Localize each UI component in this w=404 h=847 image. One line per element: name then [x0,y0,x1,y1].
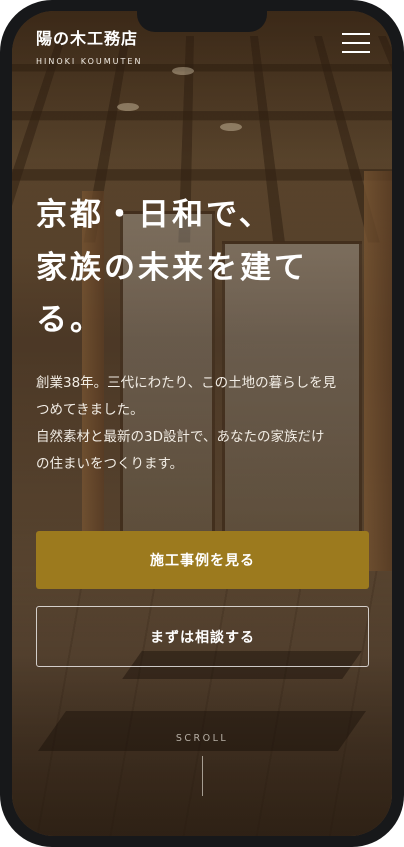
hero-lead-line: の住まいをつくります。 [36,456,184,472]
view-works-button-label: 施工事例を見る [150,553,255,569]
site-logo[interactable]: 陽の木工務店 [36,25,142,49]
hero-title-line: 家族の未来を建て [36,249,308,286]
hero-title-line: る。 [36,302,104,339]
hero-lead-line: つめてきました。 [36,402,144,418]
hero-title-line: 京都・日和で、 [36,197,273,233]
hero-lead-line: 創業38年。三代にわたり、この土地の暮らしを見 [36,375,337,391]
phone-frame: 陽の木工務店 HINOKI KOUMUTEN 京都・日和で、 家族の未来を建て る。… [0,0,404,847]
ceiling-light [220,123,242,131]
device-notch [137,11,267,32]
ceiling-light [172,67,194,75]
hamburger-menu-icon[interactable] [342,33,370,53]
scroll-indicator-line [202,756,203,796]
consultation-button[interactable]: まずは相談する [36,606,369,667]
floor-shadow [37,711,367,751]
ceiling-light [117,103,139,111]
site-header: 陽の木工務店 HINOKI KOUMUTEN [36,25,142,66]
scroll-label: SCROLL [175,733,229,744]
hero-lead-line: 自然素材と最新の3D設計で、あなたの家族だけ [36,429,325,445]
site-logo-subtitle: HINOKI KOUMUTEN [36,57,143,66]
hero-title: 京都・日和で、 家族の未来を建て る。 [36,189,376,347]
consultation-button-label: まずは相談する [150,629,255,646]
view-works-button[interactable]: 施工事例を見る [36,531,369,589]
screen: 陽の木工務店 HINOKI KOUMUTEN 京都・日和で、 家族の未来を建て る。… [12,11,392,836]
hero-lead-text: 創業38年。三代にわたり、この土地の暮らしを見 つめてきました。自然素材と最新の3… [36,370,372,478]
